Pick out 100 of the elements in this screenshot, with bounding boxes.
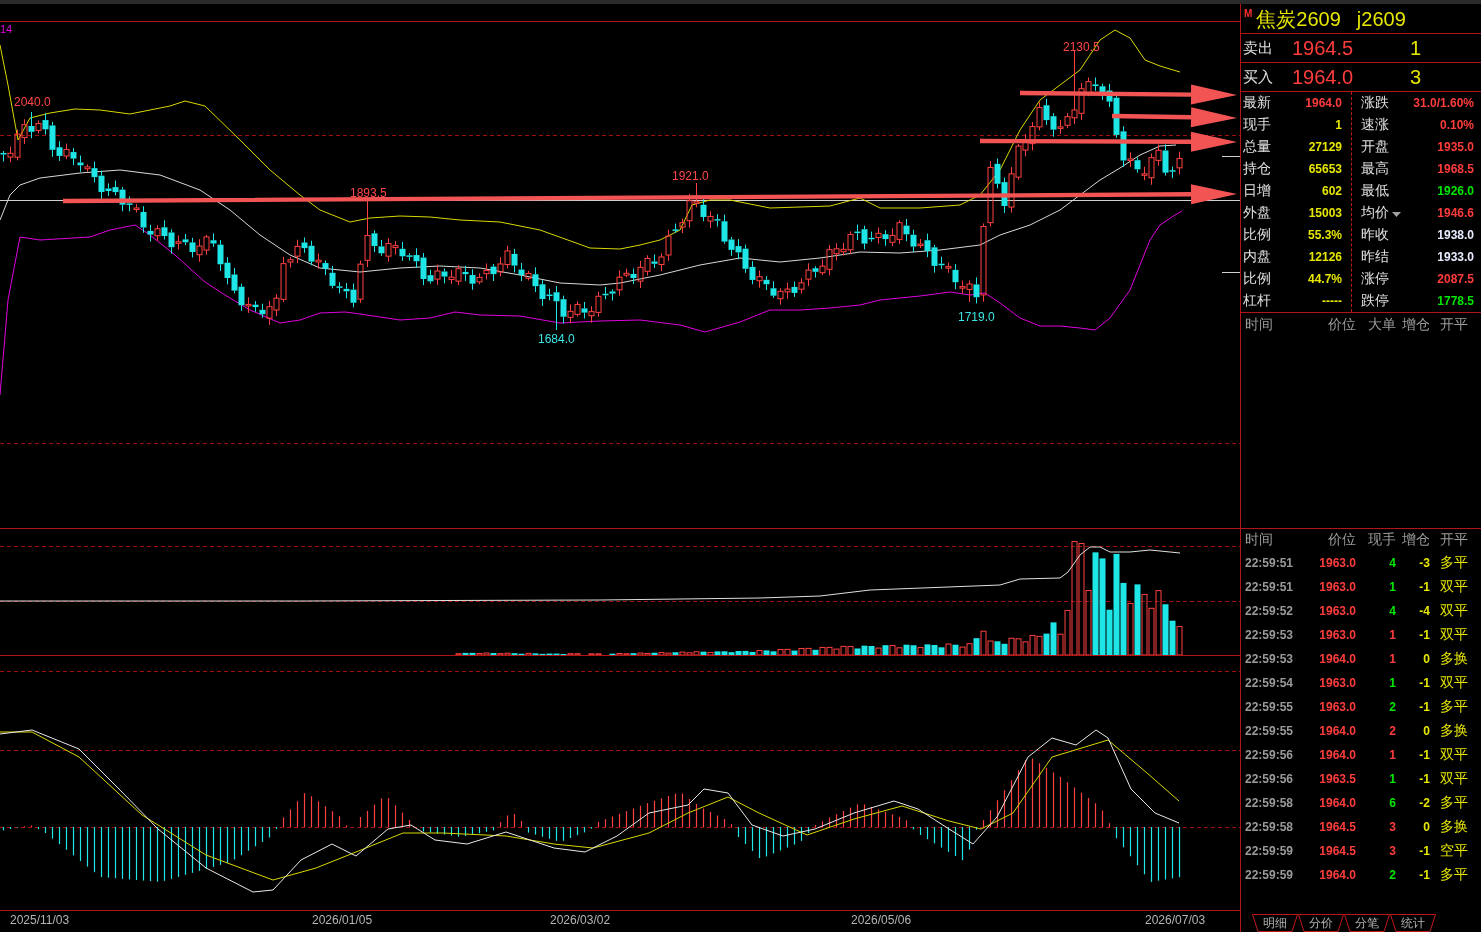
trade-time: 22:59:55 [1245, 700, 1294, 714]
quote-label: 比例 [1243, 270, 1271, 288]
column-header: 开平 [1439, 316, 1468, 334]
order-price: 1964.0 [1292, 65, 1355, 89]
panel-tab[interactable]: 分价 [1298, 914, 1344, 932]
column-header: 增仓 [1402, 531, 1430, 549]
quote-value: 1938.0 [1437, 228, 1474, 242]
quote-value: 1946.6 [1437, 206, 1474, 220]
quote-label: 最低 [1361, 182, 1389, 200]
trade-type: 双平 [1439, 602, 1468, 620]
axis-date-label: 2026/05/06 [851, 913, 912, 928]
trade-type: 空平 [1439, 842, 1468, 860]
quote-label: 杠杆 [1243, 292, 1271, 310]
trade-type: 双平 [1439, 674, 1468, 692]
quote-label: 涨停 [1361, 270, 1389, 288]
trade-time: 22:59:52 [1245, 604, 1294, 618]
quote-value: 0.10% [1439, 118, 1474, 132]
column-header: 时间 [1245, 316, 1273, 334]
order-label: 卖出 [1243, 38, 1274, 58]
quote-value: 1778.5 [1437, 294, 1474, 308]
trade-price: 1964.0 [1319, 868, 1356, 882]
quote-label: 均价 [1361, 204, 1389, 222]
quote-value: 31.0/1.60% [1413, 96, 1474, 110]
trade-volume: 3 [1389, 844, 1396, 858]
order-price: 1964.5 [1292, 36, 1355, 60]
trade-change: -1 [1419, 580, 1430, 594]
trade-type: 双平 [1439, 770, 1468, 788]
trade-change: -1 [1419, 676, 1430, 690]
quote-value: 65653 [1308, 162, 1342, 176]
quote-value: 1933.0 [1437, 250, 1474, 264]
trade-volume: 4 [1389, 604, 1396, 618]
quote-label: 速涨 [1361, 116, 1389, 134]
instrument-name: 焦炭2609 [1256, 6, 1341, 31]
trade-time: 22:59:53 [1245, 652, 1294, 666]
trade-change: -1 [1419, 628, 1430, 642]
trade-change: 0 [1423, 820, 1430, 834]
column-header: 价位 [1328, 316, 1356, 334]
trade-price: 1964.0 [1319, 748, 1356, 762]
trade-type: 多换 [1439, 722, 1468, 740]
quote-label: 外盘 [1243, 204, 1271, 222]
trade-change: 0 [1423, 724, 1430, 738]
quote-label: 现手 [1243, 116, 1271, 134]
trade-type: 多换 [1439, 650, 1468, 668]
trade-time: 22:59:54 [1245, 676, 1294, 690]
trade-price: 1964.5 [1319, 844, 1356, 858]
trade-type: 多平 [1439, 794, 1468, 812]
order-label: 买入 [1243, 67, 1274, 87]
quote-label: 最高 [1361, 160, 1389, 178]
instrument-code: j2609 [1356, 6, 1406, 31]
trade-change: -1 [1419, 844, 1430, 858]
quote-label: 开盘 [1361, 138, 1389, 156]
caret-icon[interactable] [1392, 212, 1401, 217]
quote-label: 昨结 [1361, 248, 1389, 266]
quote-value: 1935.0 [1437, 140, 1474, 154]
panel-tab[interactable]: 统计 [1390, 914, 1436, 932]
quote-value: 44.7% [1307, 272, 1342, 286]
trade-time: 22:59:53 [1245, 628, 1294, 642]
trade-volume: 1 [1389, 628, 1396, 642]
quote-value: 1 [1335, 118, 1342, 132]
axis-date-label: 2026/03/02 [550, 913, 611, 928]
axis-date-label: 2025/11/03 [10, 913, 70, 928]
trade-change: -3 [1419, 556, 1430, 570]
axis-date-label: 2026/07/03 [1145, 913, 1206, 928]
quote-label: 比例 [1243, 226, 1271, 244]
trade-change: -2 [1419, 796, 1430, 810]
column-header: 价位 [1328, 531, 1356, 549]
trade-change: -1 [1419, 700, 1430, 714]
quote-label: 持仓 [1243, 160, 1271, 178]
quote-label: 昨收 [1361, 226, 1389, 244]
quote-value: 55.3% [1307, 228, 1342, 242]
trade-price: 1964.0 [1319, 796, 1356, 810]
quote-label: 跌停 [1361, 292, 1389, 310]
trade-volume: 2 [1389, 724, 1396, 738]
trade-volume: 1 [1389, 652, 1396, 666]
quote-value: 1926.0 [1437, 184, 1474, 198]
trade-price: 1964.5 [1319, 820, 1356, 834]
trade-price: 1963.5 [1319, 772, 1356, 786]
quote-value: 602 [1321, 184, 1342, 198]
trade-volume: 2 [1389, 700, 1396, 714]
trade-type: 双平 [1439, 746, 1468, 764]
exchange-label: M [1244, 8, 1253, 19]
quote-label: 总量 [1243, 138, 1271, 156]
trade-type: 多平 [1439, 866, 1468, 884]
column-header: 时间 [1245, 531, 1273, 549]
column-header: 增仓 [1402, 316, 1430, 334]
panel-tab[interactable]: 分笔 [1344, 914, 1390, 932]
trade-volume: 1 [1389, 772, 1396, 786]
column-header: 现手 [1368, 531, 1396, 549]
panel-tab[interactable]: 明细 [1252, 914, 1298, 932]
order-volume: 3 [1410, 65, 1423, 89]
trade-volume: 3 [1389, 820, 1396, 834]
trade-time: 22:59:58 [1245, 820, 1294, 834]
trade-volume: 2 [1389, 868, 1396, 882]
trade-change: 0 [1423, 652, 1430, 666]
trade-price: 1963.0 [1319, 700, 1356, 714]
trade-time: 22:59:59 [1245, 844, 1294, 858]
quote-value: 1968.5 [1437, 162, 1474, 176]
trade-time: 22:59:59 [1245, 868, 1294, 882]
trade-time: 22:59:51 [1245, 580, 1294, 594]
trade-volume: 6 [1389, 796, 1396, 810]
